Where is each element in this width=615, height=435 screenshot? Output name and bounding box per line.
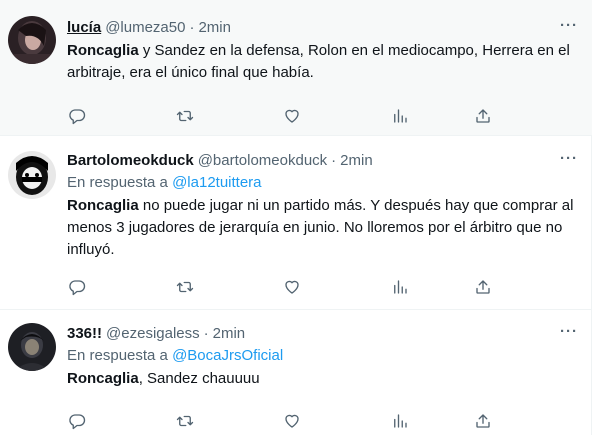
tweet-text-bold: Roncaglia: [67, 197, 139, 214]
share-icon[interactable]: [473, 411, 493, 431]
reply-icon[interactable]: [67, 277, 87, 297]
reply-icon[interactable]: [67, 411, 87, 431]
tweet-text-bold: Roncaglia: [67, 370, 139, 387]
separator: ·: [203, 325, 209, 342]
retweet-icon[interactable]: [175, 277, 195, 297]
tweet-text-body: y Sandez en la defensa, Rolon en el medi…: [67, 42, 570, 81]
separator: ·: [331, 152, 337, 169]
avatar[interactable]: [8, 151, 56, 199]
share-icon[interactable]: [473, 106, 493, 126]
tweet-actions: [67, 277, 501, 297]
views-icon[interactable]: [390, 277, 410, 297]
avatar[interactable]: [8, 16, 56, 64]
like-icon[interactable]: [282, 411, 302, 431]
tweet[interactable]: 336!! @ezesigaless · 2min ··· En respues…: [0, 310, 592, 435]
avatar[interactable]: [8, 323, 56, 371]
page-margin: [596, 0, 615, 435]
reply-icon[interactable]: [67, 106, 87, 126]
timeline-feed: lucía @lumeza50 · 2min ··· Roncaglia y S…: [0, 0, 592, 435]
like-icon[interactable]: [282, 106, 302, 126]
author-handle[interactable]: @lumeza50: [105, 18, 185, 38]
timestamp[interactable]: 2min: [213, 324, 246, 344]
reply-to-link[interactable]: @la12tuittera: [172, 174, 261, 191]
tweet-text: Roncaglia no puede jugar ni un partido m…: [67, 195, 578, 261]
like-icon[interactable]: [282, 277, 302, 297]
more-options-icon[interactable]: ···: [560, 151, 578, 167]
reply-context: En respuesta a @BocaJrsOficial: [67, 346, 578, 366]
reply-prefix: En respuesta a: [67, 347, 173, 364]
tweet[interactable]: lucía @lumeza50 · 2min ··· Roncaglia y S…: [0, 0, 592, 136]
tweet-header: 336!! @ezesigaless · 2min: [67, 324, 578, 344]
tweet-text-body: no puede jugar ni un partido más. Y desp…: [67, 197, 574, 258]
tweet-header: lucía @lumeza50 · 2min: [67, 18, 578, 38]
views-icon[interactable]: [390, 106, 410, 126]
reply-prefix: En respuesta a: [67, 174, 173, 191]
author-name[interactable]: lucía: [67, 18, 101, 38]
author-name[interactable]: 336!!: [67, 324, 102, 344]
tweet-text-bold: Roncaglia: [67, 42, 139, 59]
tweet-header: Bartolomeokduck @bartolomeokduck · 2min: [67, 151, 578, 171]
tweet-text: Roncaglia, Sandez chauuuu: [67, 368, 578, 390]
retweet-icon[interactable]: [175, 411, 195, 431]
views-icon[interactable]: [390, 411, 410, 431]
timestamp[interactable]: 2min: [340, 151, 373, 171]
tweet[interactable]: Bartolomeokduck @bartolomeokduck · 2min …: [0, 136, 592, 310]
author-handle[interactable]: @bartolomeokduck: [198, 151, 327, 171]
tweet-actions: [67, 411, 501, 431]
more-options-icon[interactable]: ···: [560, 324, 578, 340]
author-handle[interactable]: @ezesigaless: [106, 324, 200, 344]
author-name[interactable]: Bartolomeokduck: [67, 151, 194, 171]
tweet-content: 336!! @ezesigaless · 2min ··· En respues…: [67, 324, 578, 390]
reply-to-link[interactable]: @BocaJrsOficial: [172, 347, 283, 364]
timestamp[interactable]: 2min: [198, 18, 231, 38]
more-options-icon[interactable]: ···: [560, 18, 578, 34]
separator: ·: [189, 19, 195, 36]
tweet-content: Bartolomeokduck @bartolomeokduck · 2min …: [67, 151, 578, 261]
tweet-text-body: , Sandez chauuuu: [138, 370, 260, 387]
tweet-content: lucía @lumeza50 · 2min ··· Roncaglia y S…: [67, 18, 578, 84]
tweet-text: Roncaglia y Sandez en la defensa, Rolon …: [67, 40, 578, 84]
reply-context: En respuesta a @la12tuittera: [67, 173, 578, 193]
tweet-actions: [67, 106, 501, 126]
share-icon[interactable]: [473, 277, 493, 297]
retweet-icon[interactable]: [175, 106, 195, 126]
